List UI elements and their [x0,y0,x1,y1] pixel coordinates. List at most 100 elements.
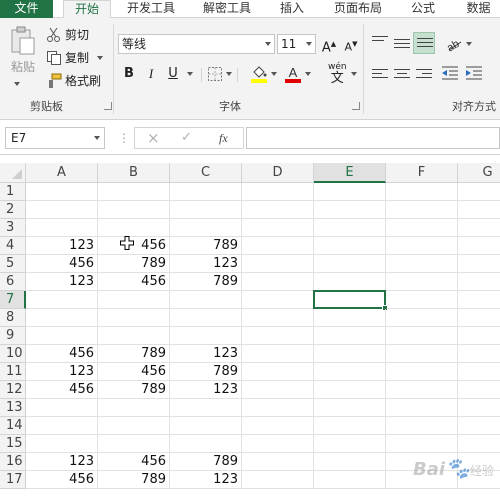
italic-button[interactable]: I [141,64,161,84]
insert-function-icon[interactable]: fx [219,128,228,148]
cell-b13[interactable] [98,399,170,417]
row-header-6[interactable]: 6 [0,273,26,291]
cell-c15[interactable] [170,435,242,453]
cell-a11[interactable]: 123 [26,363,98,381]
column-header-a[interactable]: A [26,163,98,183]
cell-b11[interactable]: 456 [98,363,170,381]
cell-c16[interactable]: 789 [170,453,242,471]
cell-c4[interactable]: 789 [170,237,242,255]
row-header-3[interactable]: 3 [0,219,26,237]
cell-g9[interactable] [458,327,500,345]
cell-c2[interactable] [170,201,242,219]
cell-b1[interactable] [98,183,170,201]
cell-f13[interactable] [386,399,458,417]
tab-decrypt-tools[interactable]: 解密工具 [196,0,258,18]
font-launcher-icon[interactable] [352,102,360,110]
column-header-d[interactable]: D [242,163,314,183]
underline-button[interactable]: U [163,64,183,84]
cell-a7[interactable] [26,291,98,309]
column-header-e[interactable]: E [314,163,386,183]
row-header-9[interactable]: 9 [0,327,26,345]
cell-d1[interactable] [242,183,314,201]
cell-c9[interactable] [170,327,242,345]
cell-b2[interactable] [98,201,170,219]
cell-d13[interactable] [242,399,314,417]
paste-button[interactable]: 粘贴 [6,26,40,75]
cell-a13[interactable] [26,399,98,417]
copy-dropdown-icon[interactable] [97,55,104,60]
cell-d3[interactable] [242,219,314,237]
font-color-button[interactable]: A [284,64,311,84]
cell-e16[interactable] [314,453,386,471]
cell-a4[interactable]: 123 [26,237,98,255]
copy-button[interactable]: 复制 [46,49,104,66]
cell-a8[interactable] [26,309,98,327]
cell-d16[interactable] [242,453,314,471]
cell-f8[interactable] [386,309,458,327]
cell-b14[interactable] [98,417,170,435]
cell-d10[interactable] [242,345,314,363]
row-header-17[interactable]: 17 [0,471,26,489]
bold-button[interactable]: B [119,64,139,84]
cell-a1[interactable] [26,183,98,201]
align-center-icon[interactable] [394,69,410,83]
cell-e1[interactable] [314,183,386,201]
cell-e3[interactable] [314,219,386,237]
cell-b17[interactable]: 789 [98,471,170,489]
active-cell-selection[interactable] [313,290,388,311]
cell-a6[interactable]: 123 [26,273,98,291]
tab-file[interactable]: 文件 [0,0,53,18]
cell-c14[interactable] [170,417,242,435]
enter-icon[interactable]: ✓ [181,128,192,148]
cell-a16[interactable]: 123 [26,453,98,471]
border-button[interactable] [207,66,232,82]
cell-f7[interactable] [386,291,458,309]
cell-b15[interactable] [98,435,170,453]
cell-e11[interactable] [314,363,386,381]
paste-dropdown[interactable] [11,82,20,86]
tab-insert[interactable]: 插入 [272,0,312,18]
cell-f12[interactable] [386,381,458,399]
cell-a10[interactable]: 456 [26,345,98,363]
cell-e9[interactable] [314,327,386,345]
cell-d12[interactable] [242,381,314,399]
cell-c7[interactable] [170,291,242,309]
cell-f6[interactable] [386,273,458,291]
phonetic-dropdown[interactable] [348,72,357,76]
cell-g10[interactable] [458,345,500,363]
cell-b5[interactable]: 789 [98,255,170,273]
decrease-font-size-icon[interactable]: A▼ [341,34,361,54]
cell-b8[interactable] [98,309,170,327]
cell-d9[interactable] [242,327,314,345]
cell-a5[interactable]: 456 [26,255,98,273]
cell-g1[interactable] [458,183,500,201]
cell-d7[interactable] [242,291,314,309]
row-header-5[interactable]: 5 [0,255,26,273]
column-header-g[interactable]: G [458,163,500,183]
cell-e10[interactable] [314,345,386,363]
cell-e2[interactable] [314,201,386,219]
cell-g4[interactable] [458,237,500,255]
cell-a14[interactable] [26,417,98,435]
row-header-12[interactable]: 12 [0,381,26,399]
row-header-8[interactable]: 8 [0,309,26,327]
column-header-b[interactable]: B [98,163,170,183]
row-header-11[interactable]: 11 [0,363,26,381]
cell-c1[interactable] [170,183,242,201]
cell-c5[interactable]: 123 [170,255,242,273]
cell-d4[interactable] [242,237,314,255]
formula-bar-splitter-icon[interactable]: ⋮ [118,131,130,145]
cell-g2[interactable] [458,201,500,219]
clipboard-launcher-icon[interactable] [104,102,112,110]
cell-e17[interactable] [314,471,386,489]
cell-b9[interactable] [98,327,170,345]
orientation-button[interactable]: ab [445,36,472,52]
cell-f1[interactable] [386,183,458,201]
tab-page-layout[interactable]: 页面布局 [327,0,389,18]
cell-g14[interactable] [458,417,500,435]
cell-b7[interactable] [98,291,170,309]
cell-a15[interactable] [26,435,98,453]
cell-g7[interactable] [458,291,500,309]
cell-f4[interactable] [386,237,458,255]
cell-g3[interactable] [458,219,500,237]
